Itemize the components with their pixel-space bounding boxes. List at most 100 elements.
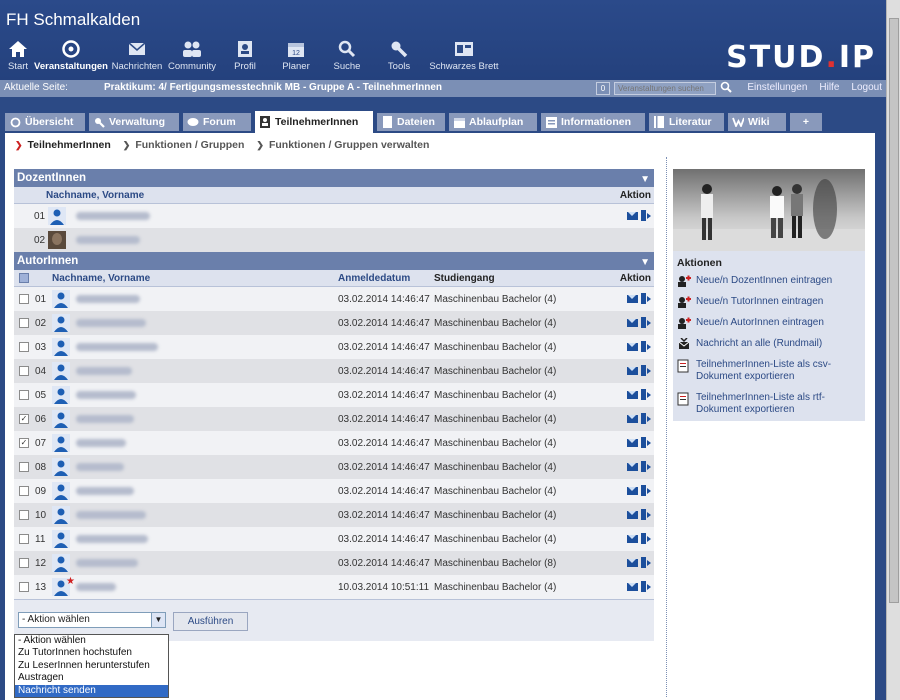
quicksearch-scope[interactable]: 0 bbox=[596, 82, 610, 95]
dropdown-option[interactable]: Zu TutorInnen hochstufen bbox=[15, 647, 168, 659]
mail-icon[interactable] bbox=[627, 342, 638, 351]
col-name[interactable]: Nachname, Vorname bbox=[52, 273, 150, 284]
dropdown-option-highlighted[interactable]: Nachricht senden bbox=[15, 684, 168, 697]
row-checkbox[interactable] bbox=[19, 294, 29, 304]
subnav-funktionen-gruppen[interactable]: ❯ Funktionen / Gruppen bbox=[123, 139, 245, 151]
mail-icon[interactable] bbox=[627, 414, 638, 423]
row-checkbox[interactable] bbox=[19, 582, 29, 592]
avatar[interactable] bbox=[52, 434, 70, 452]
search-input[interactable] bbox=[614, 82, 716, 95]
row-checkbox[interactable] bbox=[19, 366, 29, 376]
blurred-name[interactable] bbox=[76, 319, 146, 327]
row-checkbox[interactable] bbox=[19, 318, 29, 328]
remove-icon[interactable] bbox=[641, 389, 651, 400]
nav-start[interactable]: Start bbox=[4, 38, 32, 72]
add-autor-action[interactable]: Neue/n AutorInnen eintragen bbox=[677, 317, 861, 329]
col-date[interactable]: Anmeldedatum bbox=[338, 273, 410, 284]
avatar[interactable] bbox=[52, 290, 70, 308]
mail-icon[interactable] bbox=[627, 534, 638, 543]
settings-link[interactable]: Einstellungen bbox=[747, 82, 807, 93]
studip-logo[interactable]: STUD.IP bbox=[726, 40, 876, 75]
avatar[interactable] bbox=[52, 410, 70, 428]
nav-planer[interactable]: 12 Planer bbox=[273, 38, 319, 72]
dropdown-option[interactable]: Austragen bbox=[15, 672, 168, 684]
row-checkbox[interactable] bbox=[19, 558, 29, 568]
mail-icon[interactable] bbox=[627, 211, 638, 220]
avatar[interactable] bbox=[48, 231, 66, 249]
execute-button[interactable]: Ausführen bbox=[173, 612, 248, 631]
dropdown-option[interactable]: Zu LeserInnen herunterstufen bbox=[15, 660, 168, 672]
nav-profil[interactable]: Profil bbox=[220, 38, 270, 72]
mail-icon[interactable] bbox=[627, 582, 638, 591]
export-csv-action[interactable]: TeilnehmerInnen-Liste als csv-Dokument e… bbox=[677, 359, 861, 383]
help-link[interactable]: Hilfe bbox=[819, 82, 839, 93]
blurred-name[interactable] bbox=[76, 535, 148, 543]
row-checkbox[interactable] bbox=[19, 342, 29, 352]
row-checkbox[interactable] bbox=[19, 462, 29, 472]
avatar[interactable] bbox=[52, 530, 70, 548]
blurred-name[interactable] bbox=[76, 343, 158, 351]
tab-verwaltung[interactable]: Verwaltung bbox=[89, 113, 179, 131]
tab-literatur[interactable]: Literatur bbox=[649, 113, 724, 131]
tab-dateien[interactable]: Dateien bbox=[377, 113, 445, 131]
action-select[interactable]: - Aktion wählen ▼ bbox=[18, 612, 166, 628]
mail-icon[interactable] bbox=[627, 318, 638, 327]
remove-icon[interactable] bbox=[641, 293, 651, 304]
mail-icon[interactable] bbox=[627, 294, 638, 303]
tab-add[interactable]: + bbox=[790, 113, 822, 131]
add-tutor-action[interactable]: Neue/n TutorInnen eintragen bbox=[677, 296, 861, 308]
avatar[interactable] bbox=[52, 482, 70, 500]
export-rtf-action[interactable]: TeilnehmerInnen-Liste als rtf-Dokument e… bbox=[677, 392, 861, 416]
mail-icon[interactable] bbox=[627, 486, 638, 495]
remove-icon[interactable] bbox=[641, 413, 651, 424]
tab-ablaufplan[interactable]: Ablaufplan bbox=[449, 113, 537, 131]
select-all-checkbox[interactable] bbox=[19, 273, 29, 283]
mail-icon[interactable] bbox=[627, 438, 638, 447]
add-dozent-action[interactable]: Neue/n DozentInnen eintragen bbox=[677, 275, 861, 287]
blurred-name[interactable] bbox=[76, 463, 124, 471]
tab-wiki[interactable]: Wiki bbox=[728, 113, 786, 131]
dropdown-option[interactable]: - Aktion wählen bbox=[15, 635, 168, 647]
mail-icon[interactable] bbox=[627, 510, 638, 519]
avatar[interactable] bbox=[48, 207, 66, 225]
blurred-name[interactable] bbox=[76, 415, 134, 423]
row-checkbox[interactable] bbox=[19, 486, 29, 496]
blurred-name[interactable] bbox=[76, 367, 132, 375]
subnav-funktionen-gruppen-verwalten[interactable]: ❯ Funktionen / Gruppen verwalten bbox=[256, 139, 429, 151]
nav-tools[interactable]: Tools bbox=[375, 38, 423, 72]
remove-icon[interactable] bbox=[641, 509, 651, 520]
nav-suche[interactable]: Suche bbox=[322, 38, 372, 72]
nav-veranstaltungen[interactable]: Veranstaltungen bbox=[34, 38, 108, 72]
scrollbar[interactable] bbox=[886, 0, 900, 700]
tab-uebersicht[interactable]: Übersicht bbox=[5, 113, 85, 131]
logout-link[interactable]: Logout bbox=[851, 82, 882, 93]
tab-informationen[interactable]: Informationen bbox=[541, 113, 645, 131]
avatar[interactable] bbox=[52, 506, 70, 524]
blurred-name[interactable] bbox=[76, 391, 136, 399]
remove-icon[interactable] bbox=[641, 317, 651, 328]
mail-all-action[interactable]: Nachricht an alle (Rundmail) bbox=[677, 337, 861, 350]
remove-icon[interactable] bbox=[641, 437, 651, 448]
col-name[interactable]: Nachname, Vorname bbox=[46, 190, 144, 201]
tab-teilnehmerinnen[interactable]: TeilnehmerInnen bbox=[255, 111, 373, 133]
blurred-name[interactable] bbox=[76, 439, 126, 447]
blurred-name[interactable] bbox=[76, 236, 140, 244]
avatar[interactable] bbox=[52, 554, 70, 572]
blurred-name[interactable] bbox=[76, 583, 116, 591]
blurred-name[interactable] bbox=[76, 487, 134, 495]
nav-nachrichten[interactable]: Nachrichten bbox=[110, 38, 164, 72]
nav-schwarzes-brett[interactable]: Schwarzes Brett bbox=[426, 38, 502, 72]
remove-icon[interactable] bbox=[641, 557, 651, 568]
row-checkbox[interactable]: ✓ bbox=[19, 414, 29, 424]
avatar[interactable] bbox=[52, 386, 70, 404]
subnav-teilnehmerinnen[interactable]: ❯ TeilnehmerInnen bbox=[15, 139, 111, 151]
blurred-name[interactable] bbox=[76, 559, 138, 567]
scrollbar-thumb[interactable] bbox=[889, 18, 899, 603]
mail-icon[interactable] bbox=[627, 390, 638, 399]
nav-community[interactable]: Community bbox=[167, 38, 217, 72]
remove-icon[interactable] bbox=[641, 581, 651, 592]
remove-icon[interactable] bbox=[641, 533, 651, 544]
remove-icon[interactable] bbox=[641, 341, 651, 352]
avatar[interactable] bbox=[52, 314, 70, 332]
remove-icon[interactable] bbox=[641, 461, 651, 472]
